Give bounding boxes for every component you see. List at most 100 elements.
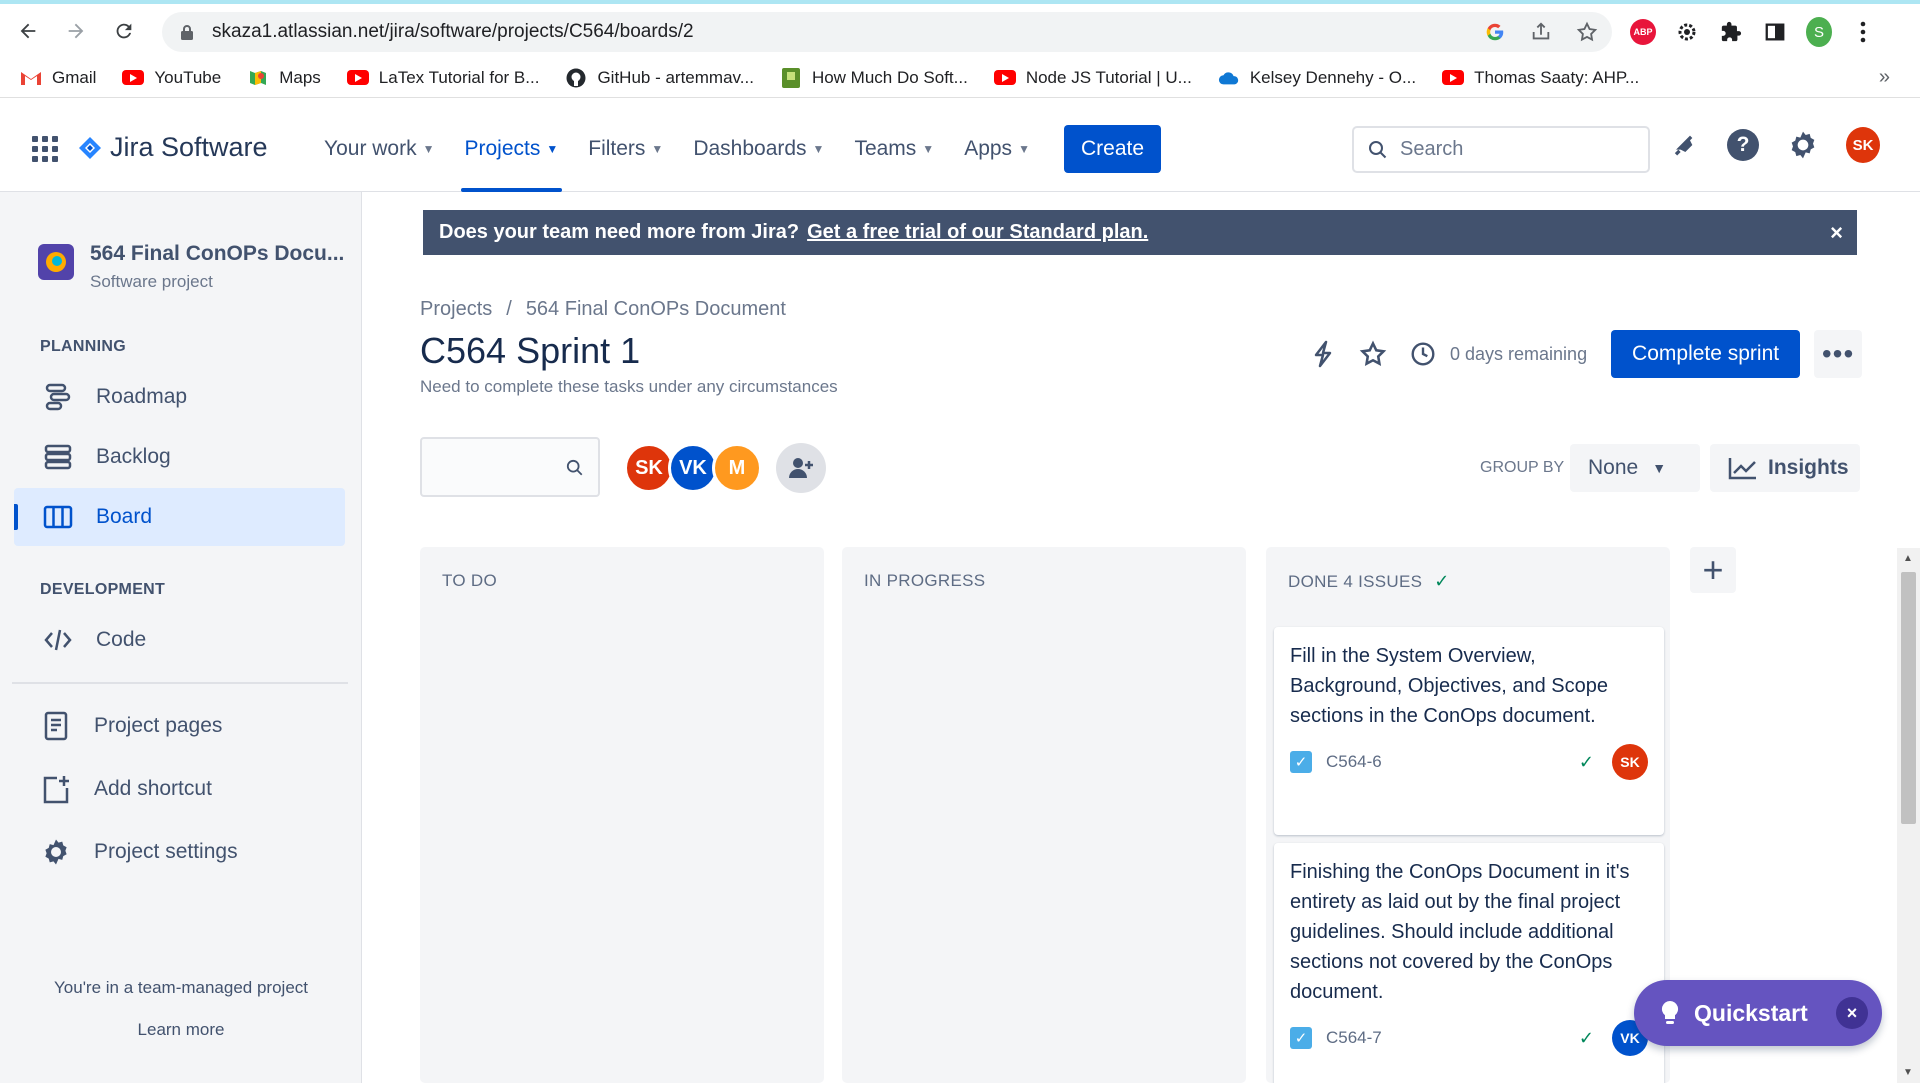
breadcrumb-projects[interactable]: Projects [420,298,492,321]
bookmarks-overflow-button[interactable]: » [1879,66,1890,89]
board-scrollbar[interactable]: ▲ ▼ [1897,548,1920,1083]
bookmark-label: Kelsey Dennehy - O... [1249,67,1417,87]
sidebar-item-backlog[interactable]: Backlog [14,428,345,486]
sidebar-item-add-shortcut[interactable]: Add shortcut [14,760,345,818]
onedrive-icon [1218,69,1240,87]
nav-label: Teams [854,137,917,160]
star-board-button[interactable] [1356,337,1390,371]
sidebar-divider [12,682,348,684]
quickstart-button[interactable]: Quickstart × [1634,980,1882,1046]
sidebar-item-code[interactable]: Code [14,611,345,669]
nav-apps[interactable]: Apps ▼ [964,106,1030,192]
bookmark-node[interactable]: Node JS Tutorial | U... [993,68,1192,88]
issue-card[interactable]: Fill in the System Overview, Background,… [1274,627,1664,835]
bookmark-label: YouTube [154,67,222,87]
chevron-down-icon: ▼ [651,142,664,156]
bookmark-gmail[interactable]: Gmail [20,68,96,88]
jira-search-input[interactable]: Search [1352,126,1650,173]
gmail-icon [20,69,42,87]
adblock-extension[interactable]: ABP [1630,19,1656,45]
youtube-icon [1442,69,1465,87]
nav-label: Dashboards [693,137,807,160]
nav-your-work[interactable]: Your work ▼ [324,106,435,192]
jira-logo[interactable]: Jira Software [78,132,268,163]
star-icon[interactable] [1576,21,1598,43]
scroll-up-arrow-icon[interactable]: ▲ [1903,553,1913,564]
board-search-input[interactable] [420,437,600,497]
google-icon[interactable] [1484,21,1506,43]
nav-teams[interactable]: Teams ▼ [854,106,934,192]
avatar-m[interactable]: M [712,443,762,493]
quickstart-close-button[interactable]: × [1836,997,1868,1029]
banner-close-button[interactable]: × [1830,220,1843,246]
group-by-select[interactable]: None ▼ [1570,444,1700,492]
complete-sprint-button[interactable]: Complete sprint [1611,330,1801,378]
learn-more-link[interactable]: Learn more [0,1020,362,1040]
arrow-right-icon [68,23,84,39]
sidebar-item-label: Board [96,505,153,528]
sidebar-item-roadmap[interactable]: Roadmap [14,368,345,426]
avatar-sk[interactable]: SK [624,443,674,493]
browser-menu-button[interactable] [1850,19,1876,45]
avatar-vk[interactable]: VK [668,443,718,493]
nav-label: Apps [964,137,1013,160]
banner-trial-link[interactable]: Get a free trial of our Standard plan. [807,221,1148,244]
assignee-avatar[interactable]: SK [1612,744,1648,780]
extensions-button[interactable] [1718,19,1744,45]
issue-key[interactable]: C564-6 [1326,752,1579,772]
scroll-thumb[interactable] [1901,572,1916,824]
abp-icon: ABP [1630,19,1656,45]
bookmark-saaty[interactable]: Thomas Saaty: AHP... [1442,68,1639,88]
bookmark-youtube[interactable]: YouTube [122,68,221,88]
address-bar[interactable]: skaza1.atlassian.net/jira/software/proje… [162,12,1612,52]
help-icon: ? [1727,129,1759,161]
settings-button[interactable] [1786,128,1820,162]
scroll-down-arrow-icon[interactable]: ▼ [1903,1067,1913,1078]
sidebar-item-label: Add shortcut [94,777,212,800]
add-column-button[interactable]: + [1690,547,1736,593]
sidebar-item-board[interactable]: Board [14,488,345,546]
insights-button[interactable]: Insights [1710,444,1860,492]
kebab-menu-icon [1860,21,1866,43]
side-panel-button[interactable] [1762,19,1788,45]
bookmark-label: GitHub - artemmav... [597,67,754,87]
card-summary: Fill in the System Overview, Background,… [1290,645,1608,727]
task-checkbox-icon: ✓ [1290,1027,1312,1049]
star-icon [1359,340,1387,367]
nav-dashboards[interactable]: Dashboards ▼ [693,106,824,192]
share-icon[interactable] [1530,21,1552,43]
bookmark-maps[interactable]: Maps [247,68,321,88]
sidebar-item-project-settings[interactable]: Project settings [14,823,345,881]
nav-filters[interactable]: Filters ▼ [588,106,663,192]
back-button[interactable] [8,11,48,51]
extension-gear[interactable] [1674,19,1700,45]
reload-button[interactable] [104,11,144,51]
issue-key[interactable]: C564-7 [1326,1028,1579,1048]
project-header[interactable]: 564 Final ConOPs Docu... Software projec… [38,242,344,292]
bookmark-kelsey[interactable]: Kelsey Dennehy - O... [1218,68,1416,88]
forward-button[interactable] [56,11,96,51]
notifications-button[interactable] [1666,128,1700,162]
sidebar-item-label: Roadmap [96,385,188,408]
nav-projects[interactable]: Projects ▼ [460,106,562,192]
automation-button[interactable] [1306,337,1340,371]
chevron-down-icon: ▼ [922,142,935,156]
bell-icon [1673,135,1693,156]
create-button[interactable]: Create [1064,125,1161,173]
bookmark-github[interactable]: GitHub - artemmav... [565,68,754,88]
profile-button[interactable]: S [1806,17,1832,47]
search-placeholder: Search [1400,138,1464,160]
add-people-button[interactable] [776,443,826,493]
app-switcher-icon[interactable] [32,136,58,162]
bookmark-latex[interactable]: LaTex Tutorial for B... [346,68,539,88]
clock-icon [1406,337,1440,371]
help-button[interactable]: ? [1726,128,1760,162]
more-actions-button[interactable]: ••• [1814,330,1863,378]
sidebar-item-project-pages[interactable]: Project pages [14,697,345,755]
chevron-down-icon: ▼ [812,142,825,156]
bookmark-how-much[interactable]: How Much Do Soft... [780,67,968,88]
insights-chart-icon [1728,458,1756,480]
issue-card[interactable]: Finishing the ConOps Document in it's en… [1274,843,1664,1083]
profile-menu[interactable]: SK [1846,127,1880,163]
breadcrumb-project[interactable]: 564 Final ConOPs Document [526,298,786,321]
